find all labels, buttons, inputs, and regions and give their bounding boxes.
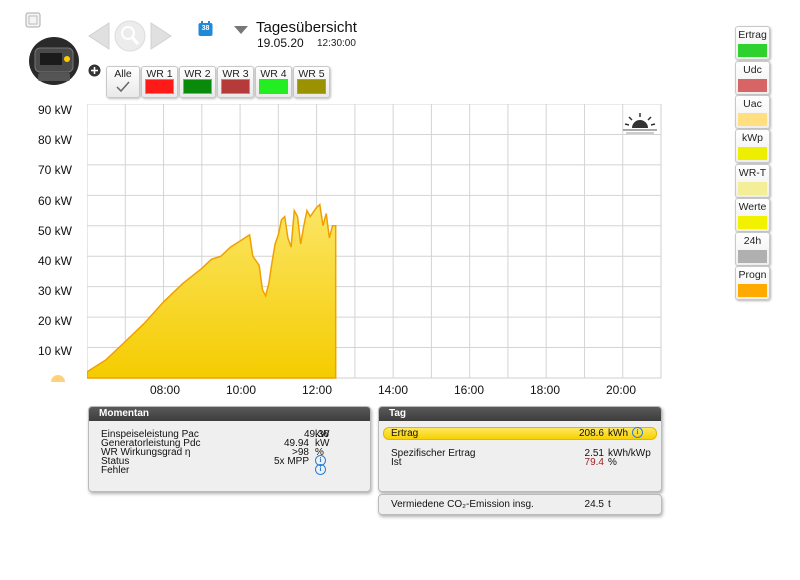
button-label: Progn [738, 269, 767, 281]
y-tick-label: 70 kW [37, 163, 72, 177]
button-label: 24h [743, 235, 762, 247]
button-label: WR-T [738, 167, 767, 179]
button-uac[interactable]: Uac [735, 95, 770, 129]
co2-label: Vermiedene CO₂-Emission insg. [391, 499, 534, 510]
x-tick-label: 20:00 [605, 383, 637, 397]
color-swatch [738, 216, 767, 229]
calendar-icon[interactable]: 38 [198, 21, 213, 37]
x-tick-label: 10:00 [225, 383, 257, 397]
momentan-title: Momentan [89, 407, 370, 421]
y-tick-label: 60 kW [37, 194, 72, 208]
fehler-label: Fehler [101, 465, 130, 476]
y-tick-label: 30 kW [37, 284, 72, 298]
button-label: Ertrag [738, 29, 767, 41]
button-progn[interactable]: Progn [735, 266, 770, 300]
ist-value: 79.4 [584, 457, 604, 468]
previous-day-arrow-icon[interactable] [88, 22, 110, 55]
momentan-panel: Momentan Einspeiseleistung Pac 49.36 kW … [88, 406, 371, 492]
status-value: 5x MPP [273, 456, 309, 467]
page-title[interactable]: Tagesübersicht [256, 19, 357, 36]
color-swatch [221, 79, 250, 94]
button-werte[interactable]: Werte [735, 198, 770, 232]
add-plus-icon[interactable] [88, 64, 101, 82]
tab-wr2[interactable]: WR 2 [179, 66, 216, 98]
checkmark-icon [116, 81, 130, 96]
y-tick-label: 50 kW [37, 224, 72, 238]
y-tick-label: 90 kW [37, 103, 72, 117]
button-label: kWp [742, 132, 763, 144]
color-swatch [738, 284, 767, 297]
tab-wr4[interactable]: WR 4 [255, 66, 292, 98]
color-swatch [738, 250, 767, 263]
color-swatch [738, 113, 767, 126]
color-swatch [738, 79, 767, 92]
zoom-search-icon[interactable] [114, 20, 146, 57]
sun-weather-icon [623, 112, 657, 139]
button-label: Werte [738, 201, 767, 213]
co2-panel: Vermiedene CO₂-Emission insg. 24.5 t [378, 494, 662, 515]
next-day-arrow-icon[interactable] [150, 22, 172, 55]
color-swatch [297, 79, 326, 94]
color-swatch [183, 79, 212, 94]
button-label: Udc [743, 64, 762, 76]
x-tick-label: 16:00 [453, 383, 485, 397]
color-swatch [145, 79, 174, 94]
tab-label: Alle [114, 68, 132, 80]
color-swatch [738, 147, 767, 160]
window-icon[interactable] [25, 12, 41, 28]
co2-value: 24.5 [584, 499, 604, 510]
ertrag-info-icon[interactable]: i [632, 427, 643, 438]
x-tick-label: 14:00 [377, 383, 409, 397]
button-ertrag[interactable]: Ertrag [735, 26, 770, 60]
button-wr-t[interactable]: WR-T [735, 164, 770, 198]
ertrag-unit: kWh [608, 428, 628, 439]
calendar-day-label: 38 [201, 25, 210, 32]
tag-title: Tag [379, 407, 661, 421]
ertrag-label: Ertrag [391, 428, 419, 439]
tab-wr5[interactable]: WR 5 [293, 66, 330, 98]
button-24h[interactable]: 24h [735, 232, 770, 266]
time-label: 12:30:00 [317, 38, 356, 49]
tag-panel: Tag Ertrag 208.6 kWh i Spezifischer Ertr… [378, 406, 662, 492]
power-chart[interactable] [87, 104, 663, 380]
x-tick-label: 12:00 [301, 383, 333, 397]
y-tick-label: 80 kW [37, 133, 72, 147]
date-label: 19.05.20 [257, 36, 304, 50]
inverter-device-icon [28, 35, 80, 87]
x-tick-label: 18:00 [529, 383, 561, 397]
ertrag-value: 208.6 [578, 428, 604, 439]
co2-unit: t [608, 499, 611, 510]
y-tick-label: 10 kW [37, 344, 72, 358]
spez-label: Spezifischer Ertrag [391, 448, 476, 459]
color-swatch [738, 182, 767, 195]
button-kwp[interactable]: kWp [735, 129, 770, 163]
x-tick-label: 08:00 [149, 383, 181, 397]
color-swatch [259, 79, 288, 94]
sunrise-icon [50, 370, 66, 388]
tab-wr3[interactable]: WR 3 [217, 66, 254, 98]
chevron-down-icon[interactable] [234, 22, 248, 40]
fehler-info-icon[interactable]: i [315, 464, 326, 475]
tab-alle[interactable]: Alle [106, 66, 140, 98]
ist-unit: % [608, 457, 617, 468]
tab-wr1[interactable]: WR 1 [141, 66, 178, 98]
y-tick-label: 20 kW [37, 314, 72, 328]
ist-label: Ist [391, 457, 402, 468]
color-swatch [738, 44, 767, 57]
button-udc[interactable]: Udc [735, 61, 770, 95]
y-tick-label: 40 kW [37, 254, 72, 268]
button-label: Uac [743, 98, 762, 110]
